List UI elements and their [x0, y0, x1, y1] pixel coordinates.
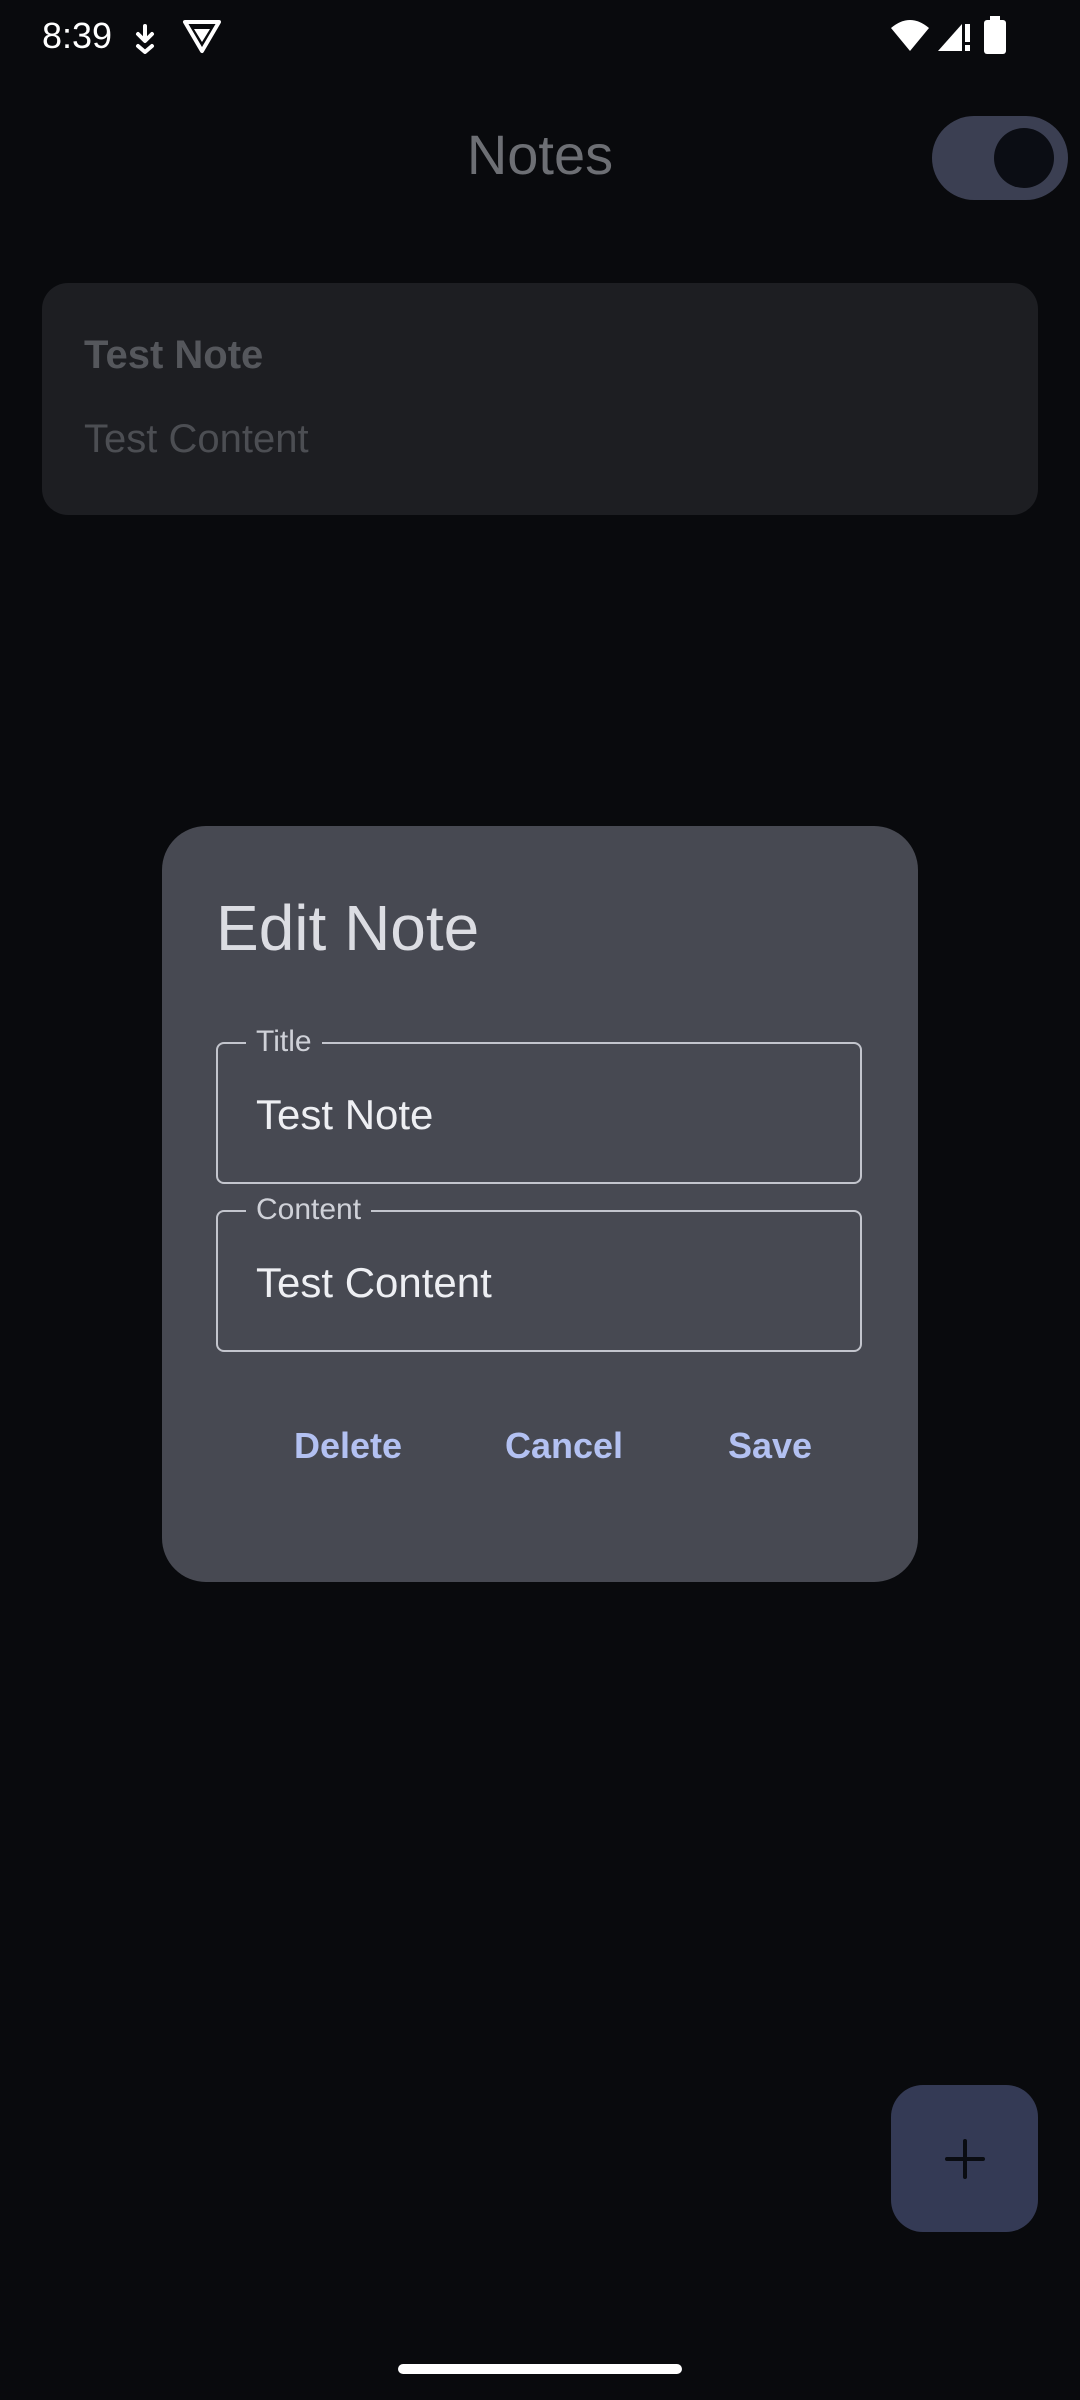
status-time: 8:39: [42, 15, 113, 56]
battery-icon: [984, 16, 1006, 59]
title-field-value[interactable]: Test Note: [256, 1090, 433, 1140]
dialog-title: Edit Note: [216, 892, 480, 964]
content-field-value[interactable]: Test Content: [256, 1258, 492, 1308]
cancel-button[interactable]: Cancel: [497, 1416, 631, 1476]
toggle-knob: [994, 128, 1054, 188]
theme-toggle-switch[interactable]: [932, 116, 1068, 200]
vpn-shield-icon: [182, 18, 222, 59]
download-indicator-icon: [130, 22, 160, 59]
note-title: Test Note: [84, 333, 264, 377]
gesture-nav-bar[interactable]: [398, 2364, 682, 2374]
title-field[interactable]: Title Test Note: [216, 1022, 862, 1184]
edit-note-dialog: Edit Note Title Test Note Content Test C…: [162, 826, 918, 1582]
title-field-label: Title: [246, 1022, 322, 1062]
delete-button[interactable]: Delete: [286, 1416, 410, 1476]
add-note-button[interactable]: [891, 2085, 1038, 2232]
wifi-icon: [890, 18, 930, 57]
signal-icon: [936, 18, 972, 57]
note-card[interactable]: Test Note Test Content: [42, 283, 1038, 515]
content-field-label: Content: [246, 1190, 372, 1230]
note-content: Test Content: [84, 417, 309, 461]
content-field[interactable]: Content Test Content: [216, 1190, 862, 1352]
plus-icon: [945, 2139, 985, 2179]
page-title: Notes: [466, 123, 614, 186]
save-button[interactable]: Save: [720, 1416, 820, 1476]
